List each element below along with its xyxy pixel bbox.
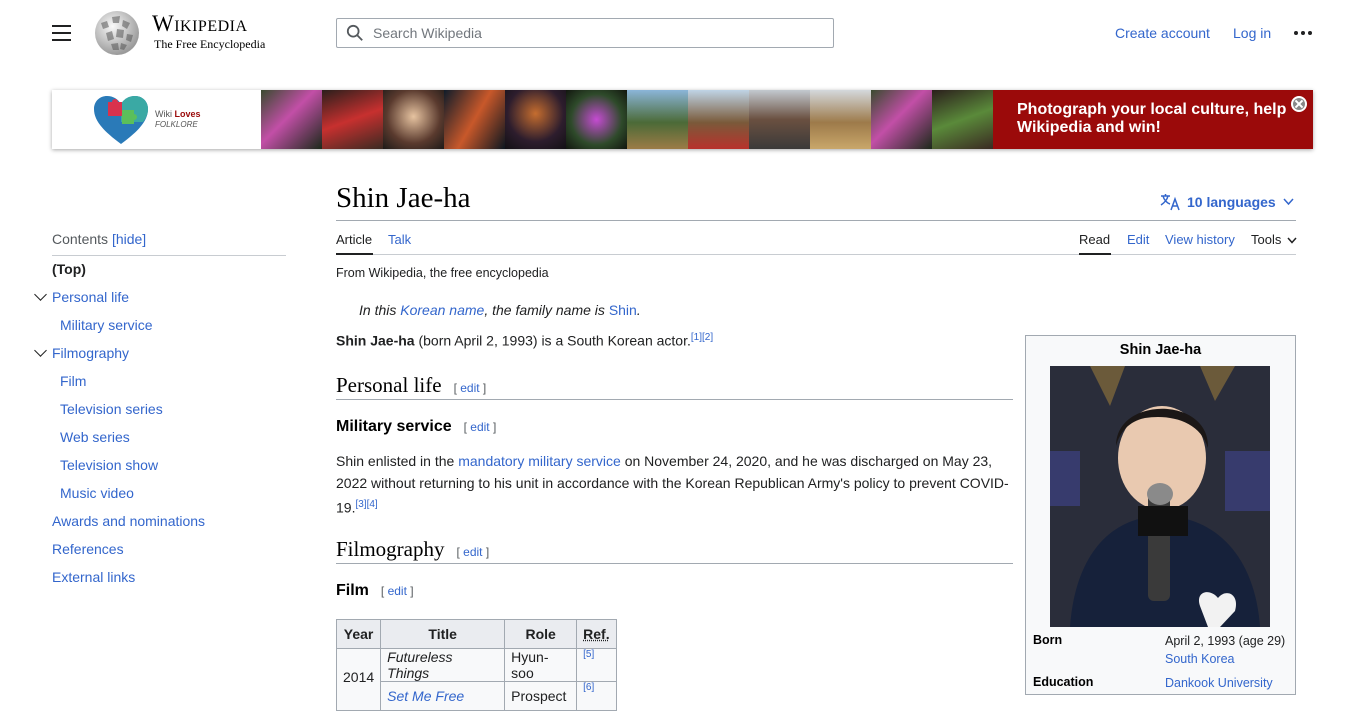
born-value: April 2, 1993 (age 29) South Korea xyxy=(1165,632,1285,668)
tabs-divider xyxy=(336,254,1296,255)
column-header-ref[interactable]: Ref. xyxy=(577,620,616,649)
toc-item-television-show[interactable]: Television show xyxy=(60,457,158,473)
section-heading-film: Film[ edit ] xyxy=(336,582,414,600)
birthplace-link[interactable]: South Korea xyxy=(1165,652,1235,666)
toc-item-personal-life[interactable]: Personal life xyxy=(52,289,129,305)
section-divider xyxy=(336,563,1013,564)
table-header-row: Year Title Role Ref. xyxy=(337,620,617,649)
person-photo xyxy=(1050,366,1270,627)
banner-cta-text: Photograph your local culture, help Wiki… xyxy=(1017,101,1297,137)
edit-section-link[interactable]: edit xyxy=(460,381,479,395)
tools-menu[interactable]: Tools xyxy=(1251,232,1297,247)
mandatory-military-service-link[interactable]: mandatory military service xyxy=(458,453,621,469)
column-header-role[interactable]: Role xyxy=(505,620,577,649)
language-count: 10 languages xyxy=(1187,194,1276,210)
tab-read-underline xyxy=(1079,253,1111,255)
role-cell: Hyun-soo xyxy=(505,649,577,682)
role-cell: Prospect xyxy=(505,682,577,711)
banner-logo-text: Wiki Loves FOLKLORE xyxy=(155,109,201,129)
title-divider xyxy=(336,220,1296,221)
infobox-title: Shin Jae-ha xyxy=(1026,342,1295,358)
edit-section-link[interactable]: edit xyxy=(470,420,489,434)
more-options-icon[interactable] xyxy=(1294,31,1314,36)
year-cell: 2014 xyxy=(337,649,381,711)
title-cell: Futureless Things xyxy=(381,649,505,682)
section-heading-filmography: Filmography[ edit ] xyxy=(336,537,489,562)
edit-section-link[interactable]: edit xyxy=(463,545,482,559)
citation-link[interactable]: [1][2] xyxy=(691,332,713,343)
toc-item-references[interactable]: References xyxy=(52,541,124,557)
site-subtitle: From Wikipedia, the free encyclopedia xyxy=(336,266,549,280)
education-link[interactable]: Dankook University xyxy=(1165,676,1273,690)
toc-item-filmography[interactable]: Filmography xyxy=(52,345,129,361)
toc-item-top[interactable]: (Top) xyxy=(52,261,86,277)
education-label: Education xyxy=(1033,675,1093,689)
infobox: Shin Jae-ha Born April 2, 1993 (age 29) … xyxy=(1025,335,1296,695)
korean-name-link[interactable]: Korean name xyxy=(400,302,484,318)
table-row: 2014 Futureless Things Hyun-soo [5] xyxy=(337,649,617,682)
toc-item-music-video[interactable]: Music video xyxy=(60,485,134,501)
toc-item-external-links[interactable]: External links xyxy=(52,569,135,585)
hatnote: In this Korean name, the family name is … xyxy=(359,302,641,318)
wikipedia-globe-icon[interactable] xyxy=(92,9,142,57)
create-account-link[interactable]: Create account xyxy=(1115,25,1210,41)
infobox-photo[interactable] xyxy=(1050,366,1270,627)
tab-article-underline xyxy=(336,253,373,255)
toc-item-television-series[interactable]: Television series xyxy=(60,401,163,417)
toc-hide-link[interactable]: [hide] xyxy=(112,231,146,247)
tab-edit[interactable]: Edit xyxy=(1127,232,1149,247)
section-divider xyxy=(336,399,1013,400)
toc-item-awards[interactable]: Awards and nominations xyxy=(52,513,205,529)
column-header-title[interactable]: Title xyxy=(381,620,505,649)
chevron-down-icon[interactable] xyxy=(34,288,47,301)
banner-logo: Wiki Loves FOLKLORE xyxy=(52,90,261,149)
banner-call-to-action[interactable]: Photograph your local culture, help Wiki… xyxy=(993,90,1313,149)
translate-icon xyxy=(1160,193,1180,211)
chevron-down-icon xyxy=(1283,198,1294,206)
section-heading-military-service: Military service[ edit ] xyxy=(336,418,496,436)
intro-paragraph: Shin Jae-ha (born April 2, 1993) is a So… xyxy=(336,332,713,349)
edit-section-link[interactable]: edit xyxy=(388,584,407,598)
tab-view-history[interactable]: View history xyxy=(1165,232,1235,247)
search-box[interactable] xyxy=(336,18,834,48)
banner-photo-strip xyxy=(261,90,993,149)
shin-link[interactable]: Shin xyxy=(609,302,637,318)
page-title: Shin Jae-ha xyxy=(336,182,471,215)
ref-link[interactable]: [5] xyxy=(583,649,594,660)
chevron-down-icon[interactable] xyxy=(34,344,47,357)
wikipedia-tagline: The Free Encyclopedia xyxy=(154,37,265,52)
toc-item-web-series[interactable]: Web series xyxy=(60,429,130,445)
wikipedia-wordmark[interactable]: Wikipedia xyxy=(152,11,248,37)
title-link[interactable]: Set Me Free xyxy=(387,688,464,704)
log-in-link[interactable]: Log in xyxy=(1233,25,1271,41)
toc-heading: Contents [hide] xyxy=(52,231,286,256)
toc-item-military-service[interactable]: Military service xyxy=(60,317,153,333)
search-icon xyxy=(346,24,364,42)
ref-link[interactable]: [6] xyxy=(583,682,594,693)
film-table: Year Title Role Ref. 2014 Futureless Thi… xyxy=(336,619,617,711)
military-service-paragraph: Shin enlisted in the mandatory military … xyxy=(336,450,1013,519)
citation-link[interactable]: [3][4] xyxy=(355,499,377,510)
chevron-down-icon xyxy=(1287,237,1297,244)
born-label: Born xyxy=(1033,633,1062,647)
tab-read[interactable]: Read xyxy=(1079,232,1110,247)
puzzle-heart-icon xyxy=(92,94,150,146)
search-input[interactable] xyxy=(373,19,813,47)
table-of-contents: Contents [hide] xyxy=(52,231,288,256)
section-heading-personal-life: Personal life[ edit ] xyxy=(336,373,486,398)
toc-item-film[interactable]: Film xyxy=(60,373,86,389)
education-value: Dankook University xyxy=(1165,674,1273,692)
tab-talk[interactable]: Talk xyxy=(388,232,411,247)
column-header-year[interactable]: Year xyxy=(337,620,381,649)
main-menu-button[interactable] xyxy=(52,24,72,42)
tab-article[interactable]: Article xyxy=(336,232,372,247)
banner-close-icon[interactable] xyxy=(1291,96,1307,112)
wiki-loves-folklore-banner[interactable]: Wiki Loves FOLKLORE Photograph your loca… xyxy=(52,90,1313,149)
